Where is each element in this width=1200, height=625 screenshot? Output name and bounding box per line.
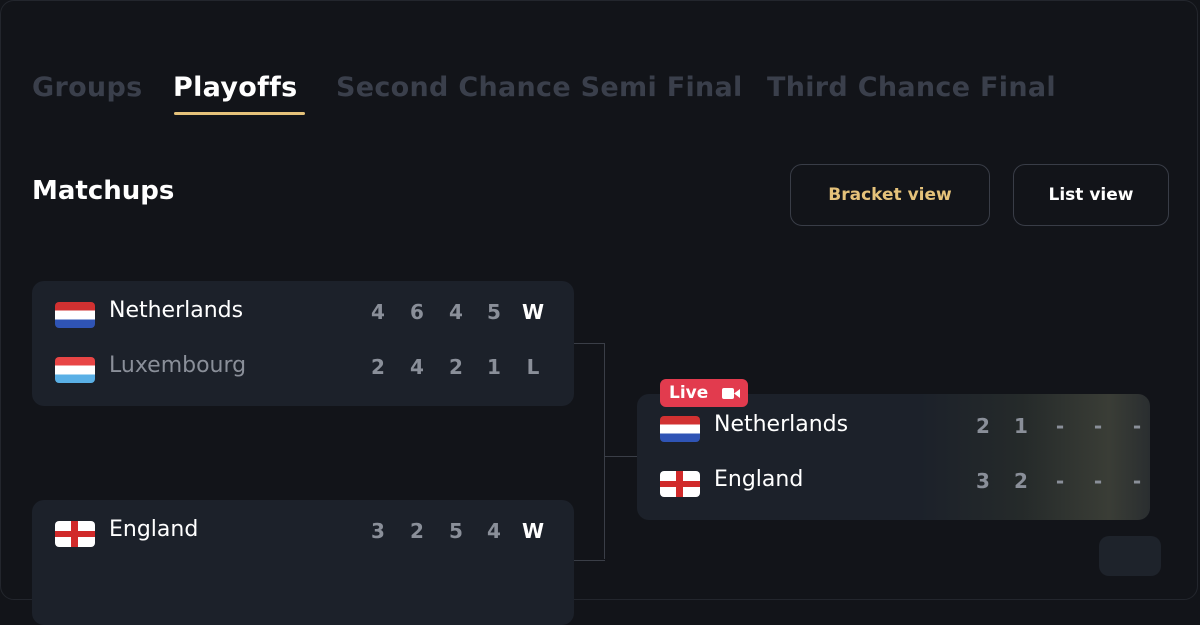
- set-score: 4: [371, 300, 385, 324]
- team-name: Luxembourg: [109, 353, 247, 378]
- live-label: Live: [669, 383, 709, 403]
- live-badge: Live: [660, 379, 748, 407]
- scroll-down-button[interactable]: [1099, 536, 1161, 576]
- set-score: 1: [1014, 414, 1028, 438]
- set-score: 2: [410, 519, 424, 543]
- set-score: -: [1093, 414, 1103, 438]
- team-row: Netherlands 4 6 4 5 W: [32, 294, 574, 334]
- bracket-connector: [574, 343, 605, 344]
- bracket-view-button[interactable]: Bracket view: [790, 164, 990, 226]
- set-score: 2: [449, 355, 463, 379]
- england-flag-icon: [660, 471, 700, 497]
- set-score: -: [1132, 469, 1142, 493]
- team-row: Netherlands 2 1 - - -: [637, 408, 1150, 448]
- video-camera-icon: [722, 388, 740, 399]
- bracket-connector: [574, 560, 605, 561]
- team-row: Luxembourg 2 4 2 1 L: [32, 349, 574, 389]
- bracket-connector: [604, 343, 605, 559]
- match-card[interactable]: Netherlands 4 6 4 5 W Luxembourg 2 4 2 1…: [32, 281, 574, 406]
- tab-second-chance-semi-final[interactable]: Second Chance Semi Final: [336, 72, 743, 103]
- tab-playoffs[interactable]: Playoffs: [173, 72, 298, 103]
- set-score: 6: [410, 300, 424, 324]
- set-score: -: [1132, 414, 1142, 438]
- set-score: 3: [371, 519, 385, 543]
- bracket-connector: [605, 456, 637, 457]
- section-title: Matchups: [32, 176, 175, 206]
- set-score: 2: [1014, 469, 1028, 493]
- team-row: England 3 2 5 4 W: [32, 513, 574, 553]
- set-score: 4: [410, 355, 424, 379]
- match-card[interactable]: England 3 2 5 4 W: [32, 500, 574, 625]
- tab-groups[interactable]: Groups: [32, 72, 142, 103]
- set-score: -: [1055, 414, 1065, 438]
- live-match-card[interactable]: Netherlands 2 1 - - - England 3 2 - - -: [637, 394, 1150, 520]
- active-tab-indicator: [174, 112, 305, 115]
- set-score: 1: [487, 355, 501, 379]
- match-result: L: [526, 355, 540, 379]
- set-score: -: [1093, 469, 1103, 493]
- match-result: W: [521, 300, 545, 324]
- set-score: 3: [976, 469, 990, 493]
- set-score: 4: [487, 519, 501, 543]
- england-flag-icon: [55, 521, 95, 547]
- team-name: Netherlands: [714, 412, 849, 437]
- set-score: 2: [976, 414, 990, 438]
- netherlands-flag-icon: [55, 302, 95, 328]
- team-row: England 3 2 - - -: [637, 463, 1150, 503]
- match-result: W: [521, 519, 545, 543]
- set-score: -: [1055, 469, 1065, 493]
- set-score: 4: [449, 300, 463, 324]
- list-view-button[interactable]: List view: [1013, 164, 1169, 226]
- set-score: 2: [371, 355, 385, 379]
- set-score: 5: [487, 300, 501, 324]
- luxembourg-flag-icon: [55, 357, 95, 383]
- team-name: England: [109, 517, 199, 542]
- team-name: England: [714, 467, 804, 492]
- tab-third-chance-final[interactable]: Third Chance Final: [767, 72, 1056, 103]
- netherlands-flag-icon: [660, 416, 700, 442]
- set-score: 5: [449, 519, 463, 543]
- team-name: Netherlands: [109, 298, 244, 323]
